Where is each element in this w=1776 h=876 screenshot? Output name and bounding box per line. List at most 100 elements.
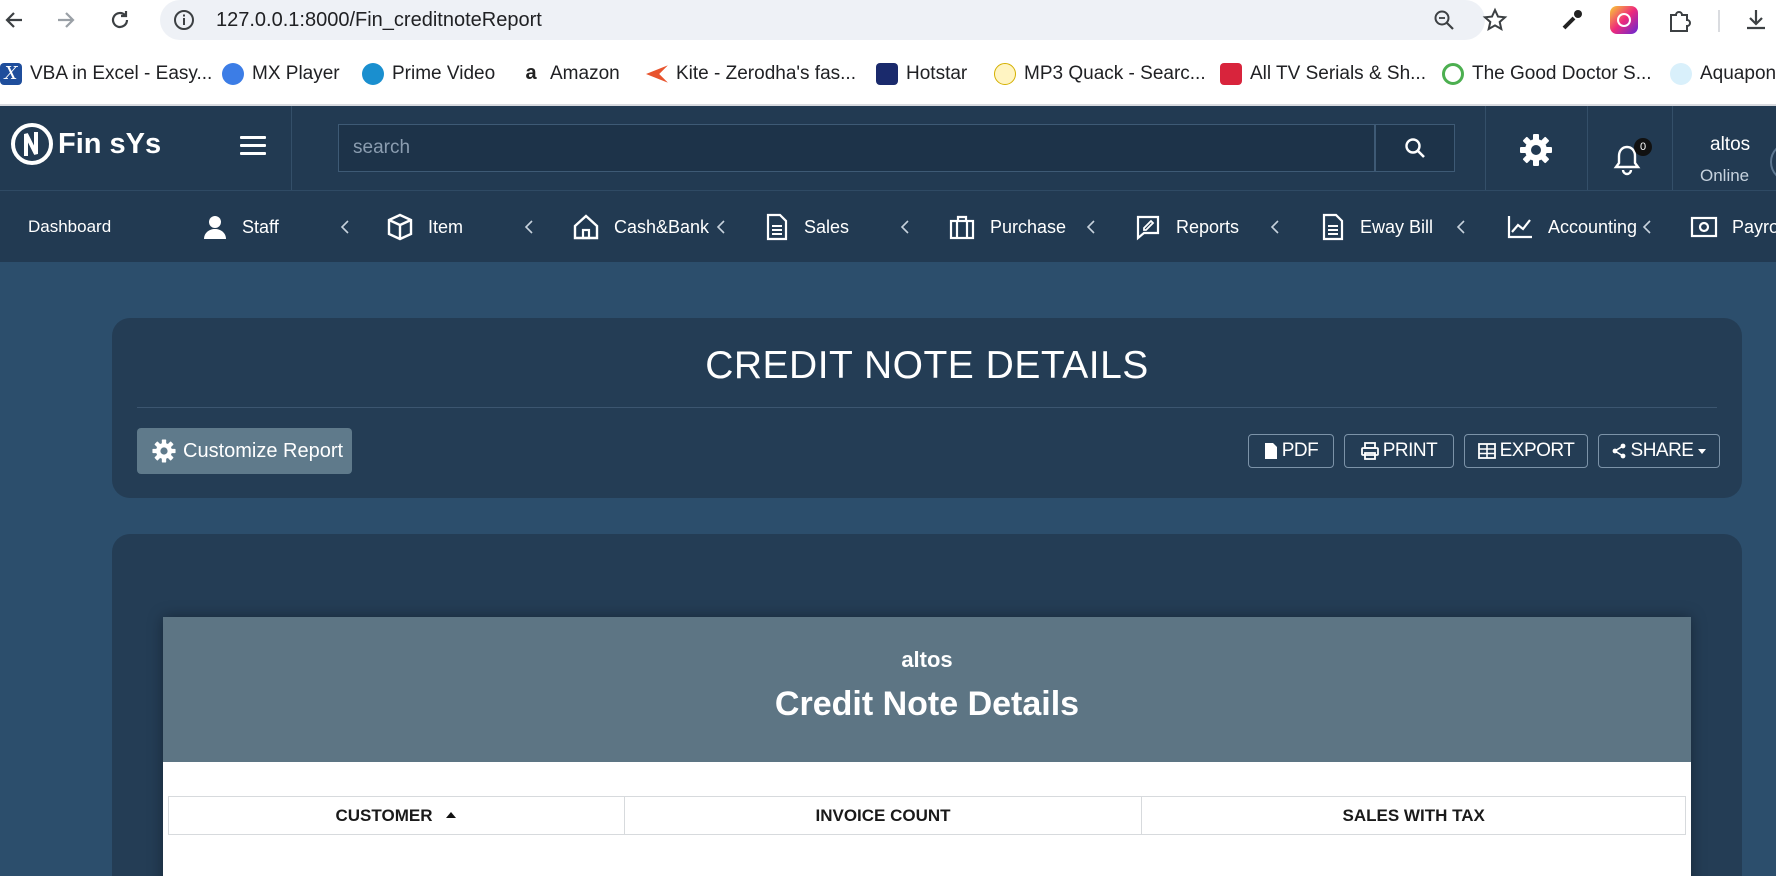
reload-icon[interactable] (106, 6, 134, 34)
print-label: PRINT (1382, 440, 1438, 461)
report-sheet: altos Credit Note Details CUSTOMER INVOI… (163, 617, 1691, 876)
chevron-left-icon[interactable] (1454, 215, 1468, 239)
table-icon (1477, 443, 1496, 459)
caret-down-icon (1698, 449, 1707, 454)
report-company-name: altos (901, 647, 953, 672)
bookmark-kite[interactable]: Kite - Zerodha's fas... (646, 60, 856, 88)
settings-gear-icon[interactable] (1518, 132, 1554, 168)
zoom-icon[interactable] (1432, 8, 1456, 32)
chevron-left-icon[interactable] (1640, 215, 1654, 239)
title-divider (137, 407, 1717, 408)
print-button[interactable]: PRINT (1344, 434, 1454, 468)
report-edit-icon (1136, 215, 1160, 241)
bookmark-label: Amazon (550, 63, 620, 84)
eyedropper-icon[interactable] (1558, 6, 1586, 34)
column-label: SALES WITH TAX (1342, 805, 1485, 825)
bookmark-hotstar[interactable]: Hotstar (876, 60, 967, 88)
bookmark-aquapon[interactable]: Aquapon (1670, 60, 1776, 88)
excel-x-icon: X (0, 63, 22, 85)
back-icon[interactable] (0, 6, 28, 34)
table-header-row: CUSTOMER INVOICE COUNT SALES WITH TAX (168, 796, 1686, 835)
instagram-extension-icon[interactable] (1610, 6, 1638, 34)
share-button[interactable]: SHARE (1598, 434, 1720, 468)
bookmark-mx-player[interactable]: MX Player (222, 60, 340, 88)
column-header-sales-with-tax[interactable]: SALES WITH TAX (1141, 796, 1686, 835)
extensions-icon[interactable] (1666, 6, 1694, 34)
duck-icon (994, 63, 1016, 85)
column-label: INVOICE COUNT (815, 805, 951, 825)
bookmark-mp3-quack[interactable]: MP3 Quack - Searc... (994, 60, 1206, 88)
report-table: CUSTOMER INVOICE COUNT SALES WITH TAX (168, 796, 1686, 835)
briefcase-icon (949, 215, 975, 240)
customize-report-button[interactable]: Customize Report (137, 428, 352, 474)
page-title: CREDIT NOTE DETAILS (705, 344, 1149, 387)
customize-label: Customize Report (183, 439, 344, 462)
toolbar-divider (1718, 10, 1720, 32)
menu-payroll[interactable]: Payro (1690, 191, 1776, 263)
report-toolbar-card: CREDIT NOTE DETAILS Customize Report PDF… (112, 318, 1742, 498)
column-header-customer[interactable]: CUSTOMER (168, 796, 625, 835)
brand-logo[interactable]: Fin sYs (10, 122, 161, 166)
menu-purchase[interactable]: Purchase (948, 191, 1066, 263)
menu-reports[interactable]: Reports (1134, 191, 1239, 263)
search-button[interactable] (1375, 124, 1455, 172)
printer-icon (1360, 442, 1379, 460)
bookmark-label: Prime Video (392, 63, 496, 84)
search-icon (1405, 138, 1425, 158)
column-header-invoice-count[interactable]: INVOICE COUNT (623, 796, 1143, 835)
header-divider (1587, 106, 1588, 190)
download-icon[interactable] (1742, 6, 1770, 34)
bookmark-prime-video[interactable]: Prime Video (362, 60, 495, 88)
pdf-button[interactable]: PDF (1248, 434, 1334, 468)
menu-label: Purchase (990, 216, 1067, 237)
browser-chrome: 127.0.0.1:8000/Fin_creditnoteReport X VB… (0, 0, 1776, 106)
forward-icon[interactable] (52, 6, 80, 34)
home-icon (573, 214, 599, 240)
sort-ascending-icon (446, 811, 457, 818)
url-text[interactable]: 127.0.0.1:8000/Fin_creditnoteReport (216, 9, 542, 32)
chevron-left-icon[interactable] (1084, 215, 1098, 239)
menu-item[interactable]: Item (386, 191, 463, 263)
menu-cash-bank[interactable]: Cash&Bank (572, 191, 709, 263)
avatar[interactable] (1770, 142, 1776, 182)
box-icon (387, 213, 413, 241)
export-label: EXPORT (1499, 440, 1575, 461)
notification-count-badge: 0 (1634, 138, 1652, 156)
play-circle-icon (1442, 63, 1464, 85)
chevron-left-icon[interactable] (898, 215, 912, 239)
column-label: CUSTOMER (335, 805, 433, 825)
bookmark-label: Kite - Zerodha's fas... (676, 63, 856, 84)
menu-staff[interactable]: Staff (202, 191, 279, 263)
bookmark-good-doctor[interactable]: The Good Doctor S... (1442, 60, 1652, 88)
chevron-left-icon[interactable] (338, 215, 352, 239)
prime-video-icon (362, 63, 384, 85)
pdf-label: PDF (1281, 440, 1319, 461)
hotstar-icon (876, 63, 898, 85)
header-divider (291, 106, 292, 190)
notifications-bell-icon[interactable]: 0 (1612, 138, 1652, 184)
search-input[interactable] (338, 124, 1375, 172)
user-status: Online (1700, 166, 1750, 185)
menu-sales[interactable]: Sales (764, 191, 849, 263)
menu-label: Staff (242, 216, 279, 237)
chevron-left-icon[interactable] (1268, 215, 1282, 239)
hamburger-menu-icon[interactable] (240, 136, 266, 158)
menu-label: Item (428, 216, 464, 237)
bookmark-star-icon[interactable] (1482, 7, 1508, 33)
document-icon (1322, 213, 1344, 241)
bookmark-vba-excel[interactable]: X VBA in Excel - Easy... (0, 60, 212, 88)
menu-accounting[interactable]: Accounting (1506, 191, 1637, 263)
user-name[interactable]: altos (1710, 134, 1750, 156)
chevron-left-icon[interactable] (714, 215, 728, 239)
gear-icon (152, 439, 176, 463)
tv-serials-icon (1220, 63, 1242, 85)
bookmark-amazon[interactable]: a Amazon (520, 60, 620, 88)
export-button[interactable]: EXPORT (1464, 434, 1588, 468)
chevron-left-icon[interactable] (522, 215, 536, 239)
menu-dashboard[interactable]: Dashboard (28, 191, 111, 263)
menu-eway-bill[interactable]: Eway Bill (1320, 191, 1433, 263)
bookmark-label: Hotstar (906, 63, 968, 84)
bookmark-tv-serials[interactable]: All TV Serials & Sh... (1220, 60, 1426, 88)
site-info-icon[interactable] (172, 8, 196, 32)
file-icon (1264, 443, 1277, 459)
